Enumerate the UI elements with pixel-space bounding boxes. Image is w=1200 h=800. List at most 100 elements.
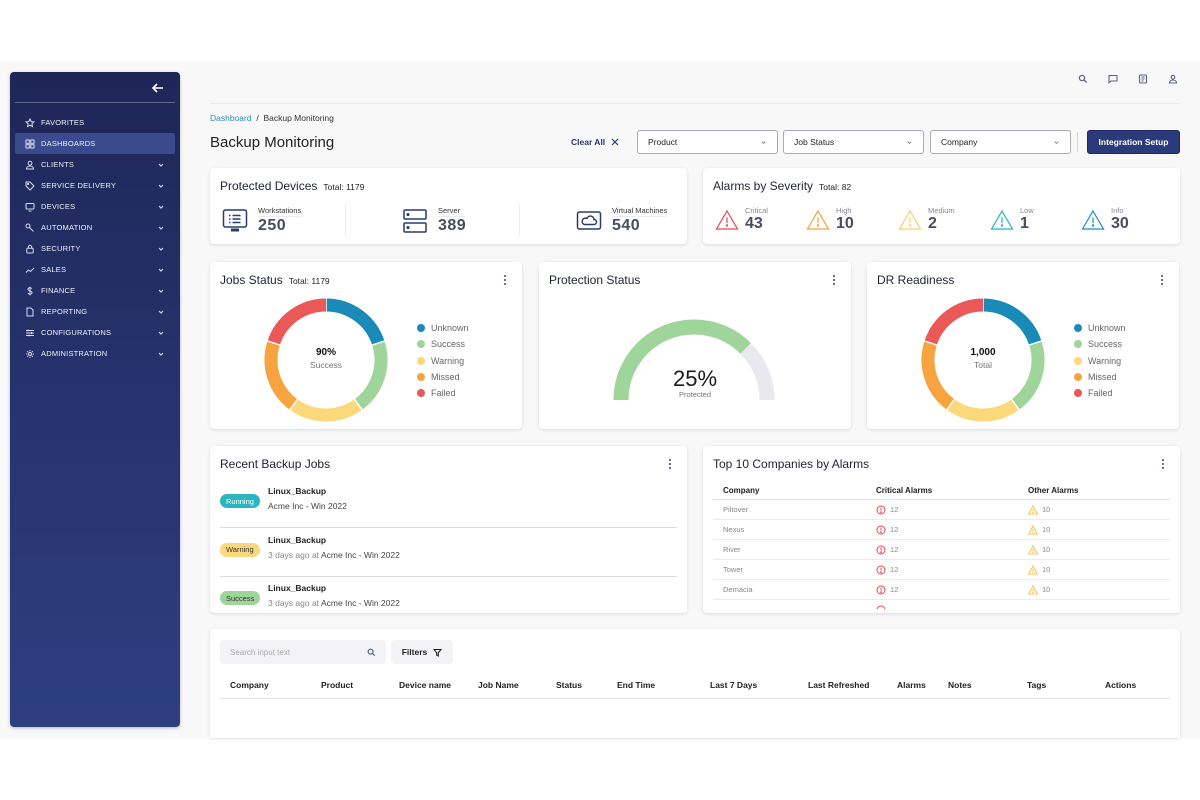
legend-item-success[interactable]: Success: [417, 336, 469, 352]
chat-icon[interactable]: [1108, 74, 1118, 84]
status-badge: Success: [220, 591, 261, 605]
column-header-status[interactable]: Status: [556, 680, 582, 690]
company-name: Nexus: [723, 525, 745, 534]
column-header-product[interactable]: Product: [321, 680, 353, 690]
column-header-company[interactable]: Company: [230, 680, 269, 690]
user-icon[interactable]: [1168, 74, 1178, 84]
alarm-info[interactable]: Info 30: [1081, 206, 1129, 233]
sidebar-item-service-delivery[interactable]: SERVICE DELIVERY: [15, 175, 175, 196]
more-options-icon[interactable]: [667, 459, 673, 469]
product-filter-select[interactable]: Product: [637, 130, 778, 154]
collapse-sidebar-arrow-icon[interactable]: [150, 80, 166, 96]
table-row[interactable]: River 12 10: [713, 540, 1170, 560]
legend-item-warning[interactable]: Warning: [1074, 353, 1126, 369]
legend-item-unknown[interactable]: Unknown: [417, 320, 469, 336]
job-detail: 3 days ago at Acme Inc - Win 2022: [268, 550, 400, 560]
sidebar-item-sales[interactable]: SALES: [15, 259, 175, 280]
status-badge: Running: [220, 494, 260, 508]
sidebar-item-finance[interactable]: FINANCE: [15, 280, 175, 301]
legend-swatch: [1074, 373, 1082, 382]
alarm-count: 30: [1111, 215, 1129, 232]
sidebar-item-favorites[interactable]: FAVORITES: [15, 112, 175, 133]
alarm-critical[interactable]: Critical 43: [715, 206, 768, 233]
legend-item-unknown[interactable]: Unknown: [1074, 320, 1126, 336]
column-header-alarms[interactable]: Alarms: [897, 680, 926, 690]
column-header-job-name[interactable]: Job Name: [478, 680, 519, 690]
donut-slice-failed[interactable]: [924, 298, 984, 346]
sidebar-item-administration[interactable]: ADMINISTRATION: [15, 343, 175, 364]
donut-slice-warning[interactable]: [946, 399, 1020, 422]
more-options-icon[interactable]: [502, 275, 508, 285]
column-header-actions[interactable]: Actions: [1105, 680, 1136, 690]
protection-status-title: Protection Status: [549, 273, 640, 287]
more-options-icon[interactable]: [1160, 459, 1166, 469]
sidebar-item-dashboards[interactable]: DASHBOARDS: [15, 133, 175, 154]
more-options-icon[interactable]: [1159, 275, 1165, 285]
filters-button[interactable]: Filters: [391, 640, 453, 664]
list-item[interactable]: Success Linux_Backup 3 days ago at Acme In…: [220, 577, 677, 609]
donut-slice-failed[interactable]: [267, 298, 327, 346]
alarm-low[interactable]: Low 1: [990, 206, 1034, 233]
integration-setup-button[interactable]: Integration Setup: [1087, 130, 1180, 154]
legend-label: Failed: [1088, 388, 1113, 399]
table-row[interactable]: Demacia 12 10: [713, 580, 1170, 600]
breadcrumb-dashboard-link[interactable]: Dashboard: [210, 113, 252, 123]
table-row-partial[interactable]: [713, 600, 1170, 609]
sidebar-item-clients[interactable]: CLIENTS: [15, 154, 175, 175]
search-input[interactable]: Search input text: [220, 640, 386, 664]
filters-label: Filters: [401, 647, 428, 657]
device-workstations[interactable]: Workstations 250: [222, 206, 302, 235]
clear-all-button[interactable]: Clear All: [571, 137, 619, 147]
legend-item-missed[interactable]: Missed: [417, 369, 469, 385]
donut-slice-unknown[interactable]: [325, 298, 385, 346]
column-header-device-name[interactable]: Device name: [399, 680, 451, 690]
recent-jobs-list[interactable]: Running Linux_Backup Acme Inc - Win 2022 Wa…: [210, 480, 687, 609]
list-item[interactable]: Running Linux_Backup Acme Inc - Win 2022: [220, 480, 677, 528]
table-row[interactable]: Piltover 12 10: [713, 500, 1170, 520]
donut-center: 1,000 Total: [919, 347, 1047, 370]
column-header-notes[interactable]: Notes: [948, 680, 972, 690]
alarm-count: 1: [1020, 215, 1029, 232]
list-item[interactable]: Warning Linux_Backup 3 days ago at Acme In…: [220, 529, 677, 577]
legend-item-missed[interactable]: Missed: [1074, 369, 1126, 385]
more-options-icon[interactable]: [831, 275, 837, 285]
header-divider: [210, 103, 1180, 104]
jobs-table-header: Company Product Device name Job Name Status E…: [220, 675, 1170, 699]
company-filter-select[interactable]: Company: [930, 130, 1071, 154]
column-header-other-alarms[interactable]: Other Alarms: [1018, 486, 1170, 495]
legend-item-warning[interactable]: Warning: [417, 353, 469, 369]
sidebar-item-devices[interactable]: DEVICES: [15, 196, 175, 217]
center-value: 1,000: [970, 347, 996, 358]
wrench-icon: [25, 223, 34, 232]
sidebar-item-configurations[interactable]: CONFIGURATIONS: [15, 322, 175, 343]
alarm-medium[interactable]: Medium 2: [898, 206, 955, 233]
device-virtual-machines[interactable]: Virtual Machines 540: [576, 206, 668, 235]
column-header-last-refreshed[interactable]: Last Refreshed: [808, 680, 869, 690]
column-header-company[interactable]: Company: [713, 486, 866, 495]
column-header-critical-alarms[interactable]: Critical Alarms: [866, 486, 1018, 495]
alarm-high[interactable]: High 10: [806, 206, 854, 233]
column-header-end-time[interactable]: End Time: [617, 680, 655, 690]
legend-item-failed[interactable]: Failed: [417, 385, 469, 401]
sidebar-item-security[interactable]: SECURITY: [15, 238, 175, 259]
sidebar-item-automation[interactable]: AUTOMATION: [15, 217, 175, 238]
protected-devices-card: Protected Devices Total: 1179 Workstatio…: [210, 168, 687, 244]
table-row[interactable]: Nexus 12 10: [713, 520, 1170, 540]
column-header-tags[interactable]: Tags: [1027, 680, 1046, 690]
search-icon[interactable]: [1078, 74, 1088, 84]
critical-alert-icon: [876, 605, 886, 609]
donut-slice-unknown[interactable]: [982, 298, 1042, 346]
sidebar-nav: FAVORITES DASHBOARDS CLIENTS SERVICE DELIVE…: [15, 112, 175, 364]
column-header-last-7-days[interactable]: Last 7 Days: [710, 680, 757, 690]
job-status-filter-select[interactable]: Job Status: [783, 130, 924, 154]
sidebar-item-reporting[interactable]: REPORTING: [15, 301, 175, 322]
device-server[interactable]: Server 389: [402, 206, 467, 235]
donut-slice-warning[interactable]: [289, 399, 363, 422]
warning-triangle-icon: [1028, 564, 1038, 574]
legend-item-failed[interactable]: Failed: [1074, 385, 1126, 401]
table-row[interactable]: Tower 12 10: [713, 560, 1170, 580]
notes-icon[interactable]: [1138, 74, 1148, 84]
company-name: Demacia: [723, 585, 753, 594]
filter-divider: [1077, 132, 1078, 152]
legend-item-success[interactable]: Success: [1074, 336, 1126, 352]
